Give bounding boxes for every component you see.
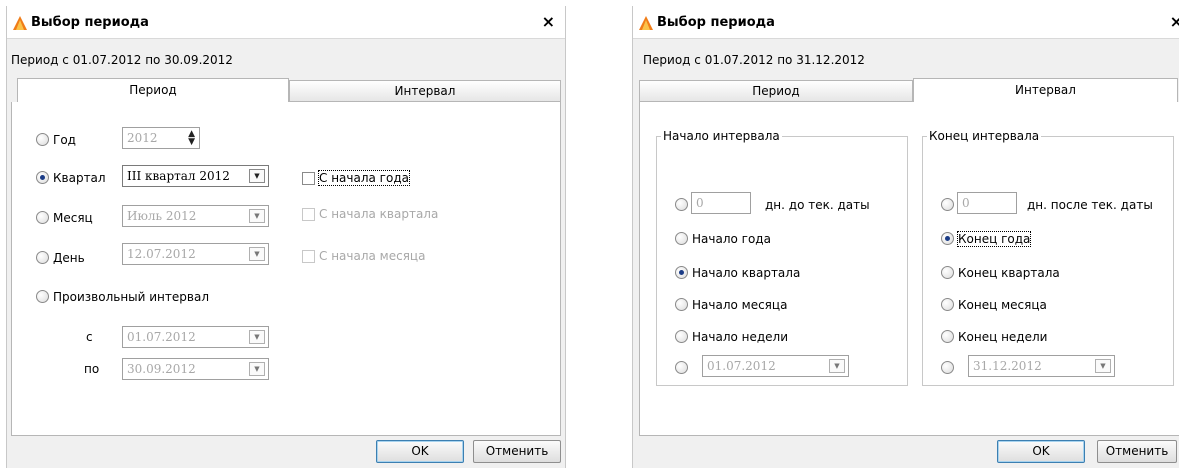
start-quarter-label: Начало квартала <box>692 266 801 280</box>
tab-interval[interactable]: Интервал <box>289 80 561 102</box>
interval-panel: Начало интервала 0 дн. до тек. даты Нача… <box>639 102 1179 436</box>
period-panel: Год 2012 ▲ ▼ Квартал III квартал 2012 ▼ С… <box>11 102 561 436</box>
from-quarter-start-label: С начала квартала <box>319 207 439 221</box>
end-week-label: Конец недели <box>958 330 1048 344</box>
start-week-label: Начало недели <box>692 330 789 344</box>
day-select[interactable]: 12.07.2012 ▼ <box>122 243 269 265</box>
to-date-value: 30.09.2012 <box>127 362 196 376</box>
checkbox-from-month-start[interactable] <box>302 250 315 263</box>
from-date-field[interactable]: 01.07.2012 ▼ <box>122 326 269 348</box>
chevron-down-icon[interactable]: ▼ <box>1095 359 1111 373</box>
radio-start-date[interactable] <box>675 361 688 374</box>
radio-start-days[interactable] <box>675 198 688 211</box>
start-date-value: 01.07.2012 <box>707 359 776 373</box>
month-select[interactable]: Июль 2012 ▼ <box>122 205 269 227</box>
year-value: 2012 <box>127 131 158 145</box>
radio-end-date[interactable] <box>941 361 954 374</box>
chevron-down-icon[interactable]: ▼ <box>249 247 265 261</box>
checkbox-from-year-start[interactable] <box>302 172 315 185</box>
radio-end-days[interactable] <box>941 198 954 211</box>
start-date-field[interactable]: 01.07.2012 ▼ <box>702 355 849 377</box>
end-date-field[interactable]: 31.12.2012 ▼ <box>968 355 1115 377</box>
app-icon <box>639 16 653 30</box>
tab-period[interactable]: Период <box>639 80 913 102</box>
radio-custom-interval[interactable] <box>36 290 49 303</box>
app-icon <box>13 16 27 30</box>
quarter-select[interactable]: III квартал 2012 ▼ <box>122 165 269 187</box>
radio-quarter[interactable] <box>36 171 49 184</box>
to-label: по <box>84 362 100 376</box>
period-summary: Период с 01.07.2012 по 30.09.2012 <box>11 53 233 67</box>
spin-arrows-icon[interactable]: ▲ ▼ <box>188 130 195 147</box>
radio-year[interactable] <box>36 133 49 146</box>
tab-period[interactable]: Период <box>17 78 289 104</box>
interval-start-title: Начало интервала <box>661 129 782 143</box>
title-bar: Выбор периода × <box>7 6 565 39</box>
period-summary: Период с 01.07.2012 по 31.12.2012 <box>643 53 865 67</box>
from-label: с <box>86 330 93 344</box>
end-days-field[interactable]: 0 <box>957 192 1017 214</box>
start-days-label: дн. до тек. даты <box>765 198 870 212</box>
cancel-button[interactable]: Отменить <box>1097 440 1177 463</box>
chevron-down-icon[interactable]: ▼ <box>829 359 845 373</box>
from-month-start-label: С начала месяца <box>319 249 426 263</box>
close-icon[interactable]: × <box>542 12 555 31</box>
tab-interval[interactable]: Интервал <box>913 78 1178 104</box>
start-days-field[interactable]: 0 <box>691 192 751 214</box>
cancel-button[interactable]: Отменить <box>473 440 561 463</box>
close-icon[interactable]: × <box>1170 12 1179 31</box>
radio-start-month[interactable] <box>675 298 688 311</box>
radio-start-quarter[interactable] <box>675 266 688 279</box>
period-dialog-right: Выбор периода × Период с 01.07.2012 по 3… <box>632 6 1179 468</box>
day-label: День <box>53 251 85 265</box>
end-date-value: 31.12.2012 <box>973 359 1042 373</box>
end-days-label: дн. после тек. даты <box>1027 198 1153 212</box>
start-month-label: Начало месяца <box>692 298 788 312</box>
radio-month[interactable] <box>36 211 49 224</box>
radio-start-week[interactable] <box>675 330 688 343</box>
period-dialog-left: Выбор периода × Период с 01.07.2012 по 3… <box>6 6 566 468</box>
title-bar: Выбор периода × <box>633 6 1179 39</box>
end-days-value: 0 <box>962 196 970 210</box>
from-date-value: 01.07.2012 <box>127 330 196 344</box>
custom-interval-label: Произвольный интервал <box>53 290 209 304</box>
quarter-value: III квартал 2012 <box>127 169 230 183</box>
dialog-title: Выбор периода <box>657 15 775 30</box>
radio-end-week[interactable] <box>941 330 954 343</box>
interval-end-group: Конец интервала 0 дн. после тек. даты Ко… <box>922 129 1174 386</box>
interval-end-title: Конец интервала <box>927 129 1042 143</box>
end-month-label: Конец месяца <box>958 298 1047 312</box>
month-label: Месяц <box>53 211 93 225</box>
day-value: 12.07.2012 <box>127 247 196 261</box>
to-date-field[interactable]: 30.09.2012 ▼ <box>122 358 269 380</box>
chevron-down-icon[interactable]: ▼ <box>249 330 265 344</box>
radio-start-year[interactable] <box>675 232 688 245</box>
ok-button[interactable]: OK <box>997 440 1085 463</box>
chevron-down-icon[interactable]: ▼ <box>249 362 265 376</box>
year-spinner[interactable]: 2012 ▲ ▼ <box>122 127 200 149</box>
chevron-down-icon[interactable]: ▼ <box>249 169 265 183</box>
interval-start-group: Начало интервала 0 дн. до тек. даты Нача… <box>656 129 908 386</box>
quarter-label: Квартал <box>53 171 106 185</box>
radio-end-year[interactable] <box>941 232 954 245</box>
month-value: Июль 2012 <box>127 209 197 223</box>
dialog-title: Выбор периода <box>31 15 149 30</box>
year-label: Год <box>53 133 76 147</box>
start-year-label: Начало года <box>692 232 771 246</box>
radio-day[interactable] <box>36 251 49 264</box>
radio-end-quarter[interactable] <box>941 266 954 279</box>
from-year-start-label: С начала года <box>318 170 410 186</box>
radio-end-month[interactable] <box>941 298 954 311</box>
chevron-down-icon[interactable]: ▼ <box>249 209 265 223</box>
start-days-value: 0 <box>696 196 704 210</box>
checkbox-from-quarter-start[interactable] <box>302 208 315 221</box>
end-quarter-label: Конец квартала <box>958 266 1060 280</box>
end-year-label: Конец года <box>956 231 1032 247</box>
ok-button[interactable]: OK <box>376 440 464 463</box>
